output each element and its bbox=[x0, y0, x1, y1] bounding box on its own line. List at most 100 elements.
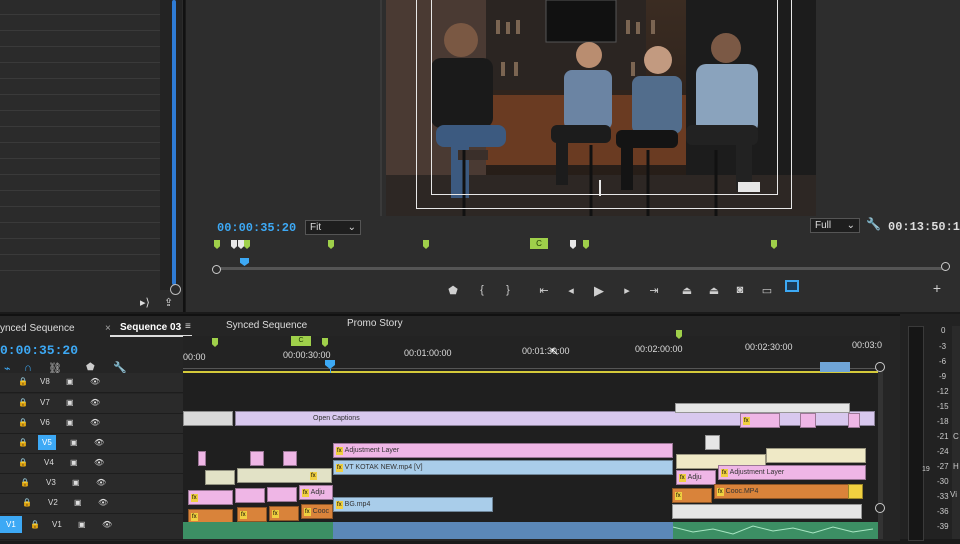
clip[interactable] bbox=[283, 451, 297, 466]
lock-icon[interactable]: 🔒 bbox=[18, 458, 28, 467]
resolution-select[interactable]: Full ⌄ bbox=[810, 218, 860, 233]
add-button-icon[interactable]: + bbox=[930, 280, 944, 296]
adjustment-clip[interactable] bbox=[800, 413, 816, 428]
lock-icon[interactable]: 🔒 bbox=[30, 520, 40, 529]
scrub-start-handle[interactable] bbox=[212, 265, 221, 274]
eye-icon[interactable]: 👁 bbox=[96, 478, 106, 487]
clip[interactable]: fx bbox=[237, 507, 267, 522]
sync-lock-icon[interactable]: ▣ bbox=[74, 498, 82, 507]
scroll-handle[interactable] bbox=[875, 503, 885, 513]
source-scrollbar[interactable] bbox=[160, 0, 182, 290]
scroll-handle[interactable] bbox=[875, 362, 885, 372]
clip[interactable] bbox=[205, 470, 235, 485]
lock-icon[interactable]: 🔒 bbox=[22, 498, 32, 507]
clip[interactable]: fx bbox=[672, 488, 712, 503]
cooc-clip[interactable]: fx Cooc.MP4 bbox=[714, 484, 849, 499]
eye-icon[interactable]: 👁 bbox=[90, 377, 100, 386]
sync-lock-icon[interactable]: ▣ bbox=[66, 398, 74, 407]
adjustment-layer-clip[interactable]: fx Adjustment Layer bbox=[718, 465, 866, 480]
track-header-v8[interactable]: 🔒 V8 ▣ 👁 bbox=[0, 373, 183, 393]
track-header-v7[interactable]: 🔒 V7 ▣ 👁 bbox=[0, 394, 183, 414]
eye-icon[interactable]: 👁 bbox=[98, 498, 108, 507]
clip[interactable] bbox=[198, 451, 206, 466]
clip[interactable]: fx bbox=[237, 468, 332, 483]
program-scrub-bar[interactable] bbox=[216, 267, 946, 270]
eye-icon[interactable]: 👁 bbox=[94, 438, 104, 447]
track-header-v3[interactable]: 🔒 V3 ▣ 👁 bbox=[0, 474, 183, 494]
step-forward-icon[interactable]: ▸ bbox=[620, 284, 634, 297]
go-to-in-icon[interactable]: ⇤ bbox=[537, 284, 551, 297]
caption-clip[interactable] bbox=[183, 411, 233, 426]
lock-icon[interactable]: 🔒 bbox=[18, 398, 28, 407]
clip[interactable]: fx bbox=[188, 490, 233, 505]
tab-synced-sequence[interactable]: Synced Sequence bbox=[226, 320, 307, 331]
in-out-range[interactable] bbox=[820, 362, 850, 372]
sync-lock-icon[interactable]: ▣ bbox=[72, 478, 80, 487]
tab-sequence-03[interactable]: Sequence 03 bbox=[120, 322, 181, 333]
comparison-view-icon[interactable]: ▭ bbox=[760, 284, 774, 297]
track-header-v6[interactable]: 🔒 V6 ▣ 👁 bbox=[0, 414, 183, 434]
audio-clip-vt[interactable] bbox=[333, 522, 673, 539]
comment-marker[interactable]: C bbox=[291, 336, 311, 346]
video-clip-vt-kotak[interactable]: fx VT KOTAK NEW.mp4 [V] bbox=[333, 460, 673, 475]
sync-lock-icon[interactable]: ▣ bbox=[66, 377, 74, 386]
lock-icon[interactable]: 🔒 bbox=[18, 418, 28, 427]
go-to-out-icon[interactable]: ⇥ bbox=[647, 284, 661, 297]
insert-icon[interactable]: ▸⟩ bbox=[140, 296, 150, 309]
sync-lock-icon[interactable]: ▣ bbox=[78, 520, 86, 529]
clip[interactable] bbox=[705, 435, 720, 450]
add-marker-icon[interactable]: ⬟ bbox=[86, 362, 95, 373]
clip[interactable]: fx Adju bbox=[299, 485, 333, 500]
mark-in-icon[interactable]: { bbox=[475, 284, 489, 296]
lock-icon[interactable]: 🔒 bbox=[20, 478, 30, 487]
panel-menu-icon[interactable]: ≡ bbox=[185, 321, 191, 332]
export-frame-icon[interactable]: ◙ bbox=[733, 284, 747, 296]
track-name-targeted[interactable]: V5 bbox=[38, 435, 56, 450]
lift-icon[interactable]: ⏏ bbox=[680, 284, 694, 297]
eye-icon[interactable]: 👁 bbox=[90, 418, 100, 427]
timeline-timecode[interactable]: 0:00:35:20 bbox=[0, 343, 78, 358]
adjustment-clip[interactable]: fx bbox=[740, 413, 780, 428]
adjustment-layer-clip[interactable]: fx Adjustment Layer bbox=[333, 443, 673, 458]
clip[interactable] bbox=[267, 487, 297, 502]
source-patch-v1[interactable]: V1 bbox=[0, 516, 22, 533]
eye-icon[interactable]: 👁 bbox=[90, 398, 100, 407]
clip[interactable] bbox=[766, 448, 866, 463]
safe-margins-toggle-icon[interactable] bbox=[785, 280, 799, 292]
sync-lock-icon[interactable]: ▣ bbox=[70, 438, 78, 447]
clip[interactable] bbox=[848, 484, 863, 499]
track-header-v1[interactable]: V1 🔒 V1 ▣ 👁 bbox=[0, 514, 183, 540]
play-icon[interactable]: ▶ bbox=[592, 283, 606, 299]
eye-icon[interactable]: 👁 bbox=[94, 458, 104, 467]
bg-clip[interactable]: fx BG.mp4 bbox=[333, 497, 493, 512]
clip[interactable] bbox=[235, 488, 265, 503]
lock-icon[interactable]: 🔒 bbox=[18, 438, 28, 447]
close-icon[interactable]: × bbox=[105, 323, 111, 334]
adjustment-clip[interactable] bbox=[848, 413, 860, 428]
clip[interactable]: fx bbox=[269, 506, 299, 521]
mark-out-icon[interactable]: } bbox=[501, 284, 515, 296]
clip[interactable]: fx Cooc bbox=[301, 504, 333, 519]
scrub-end-handle[interactable] bbox=[941, 262, 950, 271]
wrench-icon[interactable]: 🔧 bbox=[866, 217, 881, 231]
step-back-icon[interactable]: ◂ bbox=[564, 284, 578, 297]
clip[interactable] bbox=[250, 451, 264, 466]
fit-select[interactable]: Fit ⌄ bbox=[305, 220, 361, 235]
sync-lock-icon[interactable]: ▣ bbox=[70, 458, 78, 467]
lock-icon[interactable]: 🔒 bbox=[18, 377, 28, 386]
eye-icon[interactable]: 👁 bbox=[102, 520, 112, 529]
timeline-vertical-scrollbar[interactable] bbox=[878, 366, 883, 539]
track-header-v5[interactable]: 🔒 V5 ▣ 👁 bbox=[0, 434, 183, 454]
caption-clip[interactable] bbox=[675, 403, 850, 413]
tab-synced-sequence-left[interactable]: ynced Sequence bbox=[0, 323, 75, 334]
sync-lock-icon[interactable]: ▣ bbox=[66, 418, 74, 427]
program-timecode[interactable]: 00:00:35:20 bbox=[217, 221, 296, 235]
clip[interactable]: fx Adju bbox=[676, 470, 716, 485]
clip[interactable] bbox=[672, 504, 862, 519]
tab-promo-story[interactable]: Promo Story bbox=[347, 318, 403, 329]
source-scrollbar-thumb[interactable] bbox=[172, 0, 176, 285]
extract-icon[interactable]: ⏏ bbox=[707, 284, 721, 297]
add-marker-icon[interactable]: ⬟ bbox=[446, 284, 460, 297]
track-header-v4[interactable]: 🔒 V4 ▣ 👁 bbox=[0, 454, 183, 474]
overwrite-icon[interactable]: ⇪ bbox=[164, 296, 173, 309]
